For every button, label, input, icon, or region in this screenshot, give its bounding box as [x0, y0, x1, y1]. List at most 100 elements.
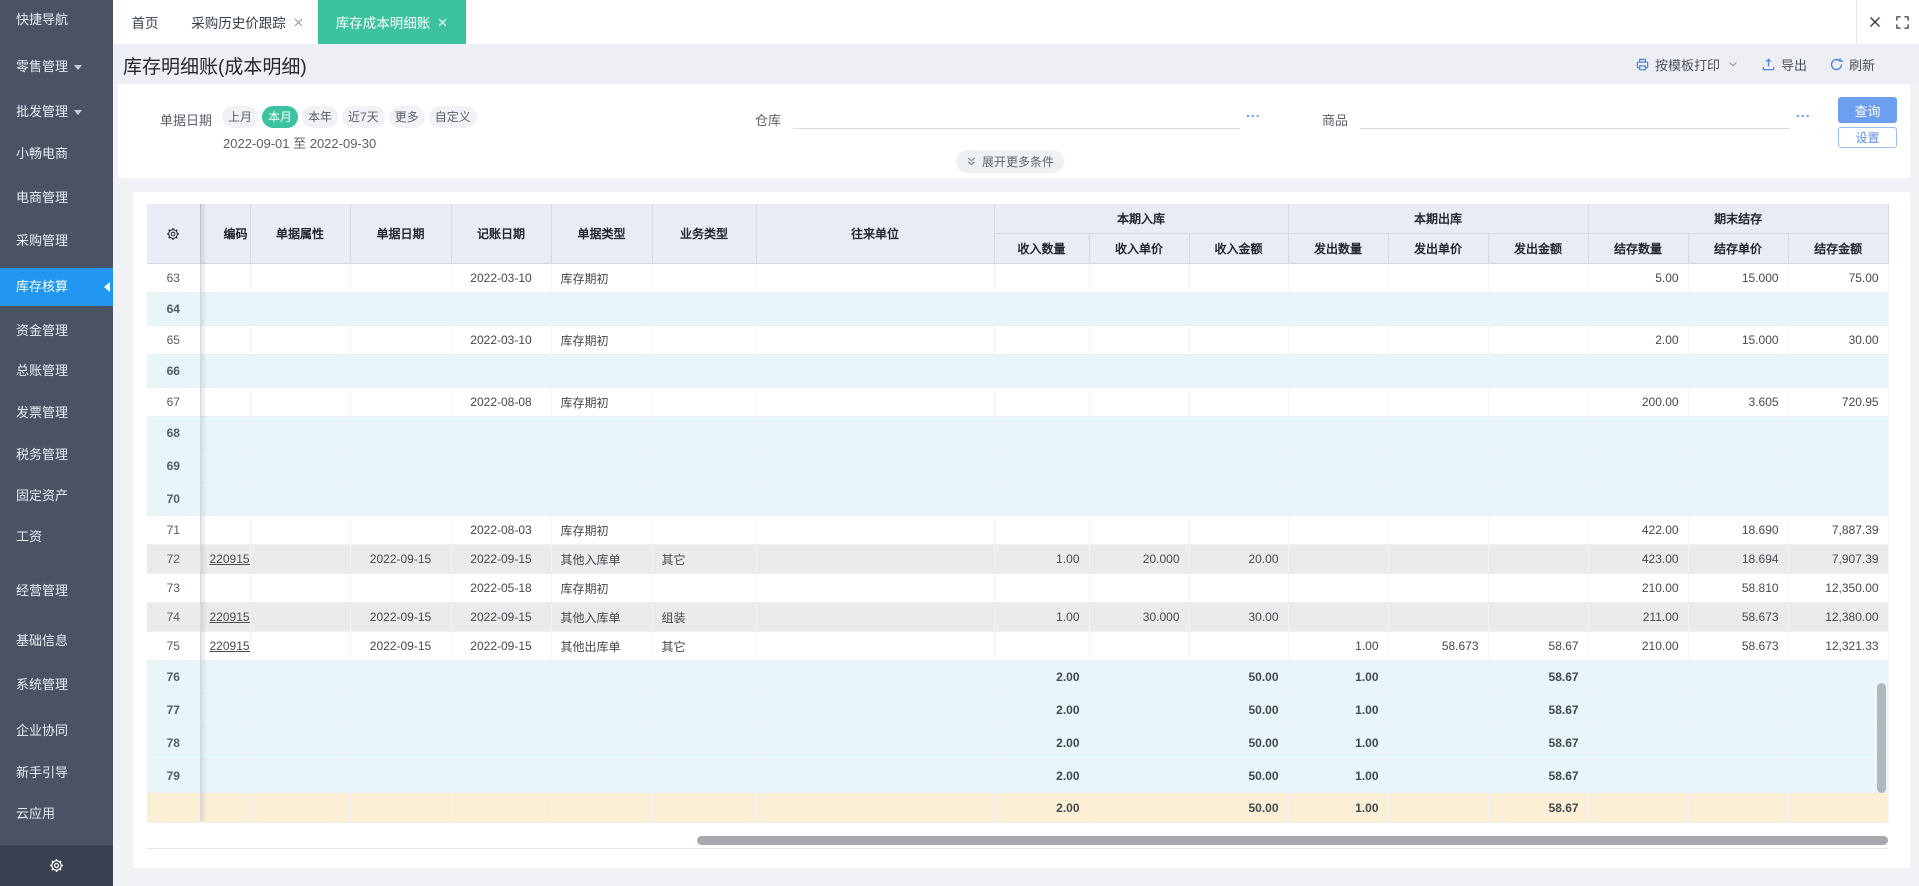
- table-row[interactable]: 71 2022-08-03 库存期初 422.00 18.690 7,887.39: [147, 515, 1889, 545]
- table-cell: [350, 354, 452, 388]
- refresh-button[interactable]: 刷新: [1829, 55, 1875, 74]
- table-row[interactable]: 66: [147, 354, 1889, 388]
- column-header-bal-qty: 结存数量: [1588, 233, 1689, 264]
- query-button[interactable]: 查询: [1838, 97, 1897, 123]
- table-row[interactable]: 67 2022-08-08 库存期初 200.00 3.605 720.95: [147, 387, 1889, 417]
- vertical-scrollbar[interactable]: [1877, 683, 1886, 793]
- table-cell: [1788, 416, 1889, 450]
- date-chip-1[interactable]: 本月: [262, 106, 299, 128]
- table-cell: [1788, 660, 1889, 694]
- table-row[interactable]: 76 2.00 50.00 1.00 58.67: [147, 660, 1889, 694]
- settings-button[interactable]: 设置: [1838, 127, 1897, 148]
- table-cell: [350, 573, 452, 603]
- table-cell: [451, 292, 552, 326]
- table-cell: [756, 482, 995, 516]
- sidebar-item-label: 零售管理: [16, 59, 69, 74]
- table-row[interactable]: 77 2.00 50.00 1.00 58.67: [147, 693, 1889, 727]
- sidebar-item-12[interactable]: 工资: [0, 527, 113, 547]
- export-button[interactable]: 导出: [1761, 55, 1807, 74]
- date-range-value: 2022-09-01 至 2022-09-30: [223, 136, 377, 151]
- table-cell: 2022-09-15: [451, 602, 552, 632]
- sidebar-item-4[interactable]: 电商管理: [0, 188, 113, 208]
- sidebar-item-7[interactable]: 资金管理: [0, 321, 113, 341]
- table-cell: [1089, 482, 1190, 516]
- table-cell: [652, 354, 757, 388]
- tab-1[interactable]: 采购历史价跟踪: [177, 0, 318, 44]
- date-chip-group: 上月 本月 本年 近7天 更多 自定义: [222, 106, 477, 128]
- table-row[interactable]: 78 2.00 50.00 1.00 58.67: [147, 726, 1889, 760]
- date-chip-5[interactable]: 自定义: [428, 106, 477, 128]
- date-chip-2[interactable]: 本年: [302, 106, 339, 128]
- sidebar-item-5[interactable]: 采购管理: [0, 231, 113, 251]
- table-cell: [551, 660, 653, 694]
- table-row[interactable]: 63 2022-03-10 库存期初 5.00 15.000 75.00: [147, 263, 1889, 293]
- table-row[interactable]: 74220915-02022-09-152022-09-15其他入库单组装1.0…: [147, 602, 1889, 632]
- sidebar-item-10[interactable]: 税务管理: [0, 445, 113, 465]
- document-code-link[interactable]: 220915-0: [210, 552, 250, 566]
- table-cell: [1688, 354, 1789, 388]
- window-controls: [1856, 0, 1919, 44]
- fullscreen-icon[interactable]: [1895, 15, 1910, 30]
- column-settings-gear-icon[interactable]: [147, 204, 201, 264]
- table-cell: 其它: [652, 544, 757, 574]
- document-code-link[interactable]: 220915-0: [210, 610, 250, 624]
- table-row[interactable]: 75220915-02022-09-152022-09-15其他出库单其它1.0…: [147, 631, 1889, 661]
- tab-2[interactable]: 库存成本明细账: [318, 0, 466, 44]
- sidebar-item-14[interactable]: 基础信息: [0, 631, 113, 651]
- table-cell: 1.00: [994, 544, 1090, 574]
- table-row[interactable]: 70: [147, 482, 1889, 516]
- table-cell: 1.00: [1288, 693, 1389, 727]
- table-cell: [756, 354, 995, 388]
- sidebar-item-11[interactable]: 固定资产: [0, 486, 113, 506]
- table-cell: [1488, 482, 1589, 516]
- date-chip-3[interactable]: 近7天: [342, 106, 385, 128]
- date-chip-4[interactable]: 更多: [388, 106, 425, 128]
- close-icon[interactable]: [293, 17, 304, 28]
- table-row[interactable]: 2.00 50.00 1.00 58.67: [147, 792, 1889, 823]
- gear-icon[interactable]: [49, 858, 64, 873]
- tab-0[interactable]: 首页: [113, 0, 177, 44]
- sidebar-item-15[interactable]: 系统管理: [0, 675, 113, 695]
- sidebar-item-8[interactable]: 总账管理: [0, 361, 113, 381]
- table-row[interactable]: 68: [147, 416, 1889, 450]
- sidebar-item-13[interactable]: 经营管理: [0, 581, 113, 601]
- sidebar-item-2[interactable]: 批发管理: [0, 102, 113, 122]
- sidebar-item-9[interactable]: 发票管理: [0, 403, 113, 423]
- table-cell: 2022-09-15: [350, 544, 452, 574]
- sidebar-item-1[interactable]: 零售管理: [0, 57, 113, 77]
- product-input[interactable]: [1360, 102, 1790, 129]
- sidebar-item-16[interactable]: 企业协同: [0, 721, 113, 741]
- table-row[interactable]: 73 2022-05-18 库存期初 210.00 58.810 12,350.00: [147, 573, 1889, 603]
- table-cell: [1388, 449, 1489, 483]
- row-number-cell: 79: [147, 759, 201, 793]
- table-cell: [250, 325, 351, 355]
- table-row[interactable]: 65 2022-03-10 库存期初 2.00 15.000 30.00: [147, 325, 1889, 355]
- sidebar-item-0[interactable]: 快捷导航: [0, 10, 113, 30]
- horizontal-scrollbar[interactable]: [697, 836, 1888, 845]
- product-picker-ellipsis[interactable]: ...: [1796, 104, 1811, 120]
- table-cell: 58.810: [1688, 573, 1789, 603]
- sidebar-item-18[interactable]: 云应用: [0, 804, 113, 824]
- table-cell: [1288, 292, 1389, 326]
- sidebar-item-6[interactable]: 库存核算: [0, 268, 113, 306]
- document-code-link[interactable]: 220915-0: [210, 639, 250, 653]
- sidebar-item-3[interactable]: 小畅电商: [0, 144, 113, 164]
- sidebar-item-label: 批发管理: [16, 104, 69, 119]
- close-icon[interactable]: [437, 17, 448, 28]
- warehouse-input[interactable]: [793, 102, 1240, 129]
- table-row[interactable]: 79 2.00 50.00 1.00 58.67: [147, 759, 1889, 793]
- table-cell: [451, 693, 552, 727]
- table-cell: [1488, 449, 1589, 483]
- chevron-down-icon[interactable]: [1727, 58, 1739, 70]
- warehouse-label: 仓库: [755, 113, 782, 128]
- print-by-template-button[interactable]: 按模板打印: [1635, 55, 1739, 74]
- table-row[interactable]: 69: [147, 449, 1889, 483]
- table-row[interactable]: 72220915-02022-09-152022-09-15其他入库单其它1.0…: [147, 544, 1889, 574]
- date-chip-0[interactable]: 上月: [222, 106, 259, 128]
- close-icon[interactable]: [1867, 14, 1883, 30]
- expand-more-conditions-button[interactable]: 展开更多条件: [956, 150, 1065, 173]
- warehouse-picker-ellipsis[interactable]: ...: [1246, 104, 1261, 120]
- sidebar-item-17[interactable]: 新手引导: [0, 763, 113, 783]
- table-cell: 2022-09-15: [350, 602, 452, 632]
- table-row[interactable]: 64: [147, 292, 1889, 326]
